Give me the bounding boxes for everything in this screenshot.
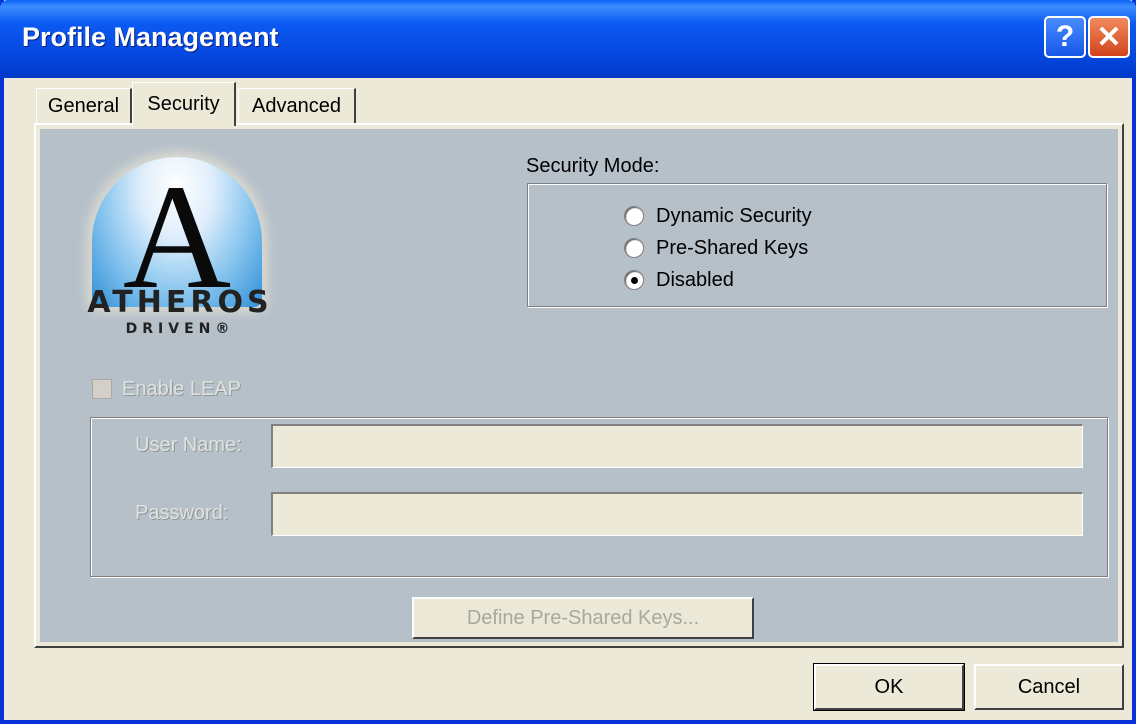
enable-leap-label: Enable LEAP (122, 377, 241, 400)
password-label: Password: (135, 502, 229, 524)
tab-general[interactable]: General (36, 88, 132, 124)
radio-label: Dynamic Security (656, 204, 812, 227)
security-mode-group: Dynamic Security Pre-Shared Keys Disable… (527, 183, 1107, 307)
logo-wordmark: ATHEROS (87, 285, 273, 320)
tab-strip: General Security Advanced (34, 82, 534, 126)
radio-label: Pre-Shared Keys (656, 236, 809, 259)
security-panel-content: A ATHEROS DRIVEN® Security Mode: Dynamic… (40, 129, 1118, 642)
radio-label: Disabled (656, 268, 734, 291)
user-name-label: User Name: (135, 434, 242, 456)
logo-subtitle: DRIVEN® (125, 321, 235, 337)
close-icon: ✕ (1096, 20, 1122, 54)
radio-pre-shared-keys[interactable]: Pre-Shared Keys (624, 234, 808, 262)
radio-button[interactable] (624, 206, 644, 226)
security-tab-panel: A ATHEROS DRIVEN® Security Mode: Dynamic… (34, 123, 1124, 648)
radio-button[interactable] (624, 238, 644, 258)
radio-button-selected[interactable] (624, 270, 644, 290)
credentials-group: User Name: Password: (90, 417, 1108, 577)
close-button[interactable]: ✕ (1088, 16, 1130, 58)
tab-security[interactable]: Security (132, 82, 236, 126)
radio-disabled[interactable]: Disabled (624, 266, 734, 294)
tab-advanced[interactable]: Advanced (238, 88, 356, 124)
define-pre-shared-keys-button[interactable]: Define Pre-Shared Keys... (412, 597, 754, 639)
ok-button[interactable]: OK (813, 663, 965, 711)
password-input[interactable] (271, 492, 1083, 536)
help-button[interactable]: ? (1044, 16, 1086, 58)
help-icon: ? (1055, 20, 1075, 53)
checkbox[interactable] (92, 379, 112, 399)
title-bar[interactable]: Profile Management ? ✕ (0, 0, 1136, 78)
security-mode-label: Security Mode: (526, 155, 660, 177)
cancel-button[interactable]: Cancel (974, 664, 1124, 710)
profile-management-window: Profile Management ? ✕ General Security … (0, 0, 1136, 724)
user-name-input[interactable] (271, 424, 1083, 468)
atheros-logo: A ATHEROS DRIVEN® (80, 149, 280, 349)
enable-leap-checkbox[interactable]: Enable LEAP (92, 375, 241, 403)
radio-dynamic-security[interactable]: Dynamic Security (624, 202, 812, 230)
window-title: Profile Management (22, 22, 279, 52)
